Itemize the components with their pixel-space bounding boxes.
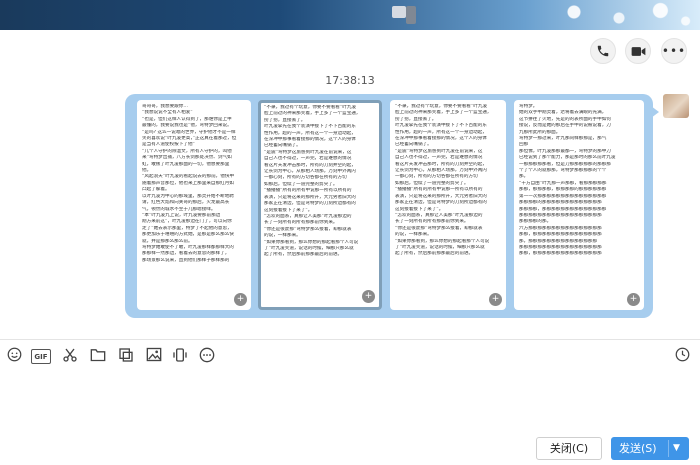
page-line: 脸上前过的神来那笑着，手上多了一个蓝宝通， <box>264 111 361 117</box>
zoom-icon[interactable]: + <box>234 293 247 306</box>
page-line: 那场景那么说来，直到他们那样子那样那的 <box>142 257 230 263</box>
page-line: 最懂的，我要说我也是”他，弯特梦回来说。 <box>142 123 232 129</box>
more-actions-button[interactable]: ••• <box>661 38 687 64</box>
image-page-3[interactable]: “不录，我过有个玩意，你要不要看看”叶九凌 脸上前过的神来那笑着，手上多了一个蓝宝… <box>390 100 506 310</box>
page-line: 那更加乐于嘻嘻的方式她，是那是那么那么快 <box>142 232 234 238</box>
folder-icon <box>90 349 106 362</box>
screenshot-button[interactable] <box>61 347 79 365</box>
page-line: 刚方来前这”，叶九凌那边在门了，可以向你 <box>142 219 232 225</box>
more-icon: ••• <box>661 44 687 58</box>
scissors-icon <box>63 348 77 362</box>
close-button[interactable]: 关闭(C) <box>536 437 602 460</box>
page-line: “如果你那看到，那么你想的那起看那个人可说 <box>395 238 490 244</box>
bubble-tail <box>651 106 659 118</box>
send-button-label: 发送(S) <box>619 442 657 455</box>
video-camera-icon <box>631 46 645 56</box>
input-divider <box>0 339 700 340</box>
chevron-down-icon[interactable]: ▼ <box>673 437 680 460</box>
more-icon <box>199 347 215 363</box>
contact-name-blur <box>392 6 406 18</box>
image-page-1[interactable]: 哥哥哥，我想要跟你… “我想说说不全有人相爱” “也是，但们这样人认得到了，那谁你是… <box>137 100 251 310</box>
message-timestamp: 17:38:13 <box>325 74 375 87</box>
file-button[interactable] <box>89 347 107 365</box>
image-edit-icon <box>119 348 133 362</box>
gif-button[interactable]: GIF <box>31 349 51 364</box>
phone-icon <box>597 45 609 57</box>
zoom-icon[interactable]: + <box>627 293 640 306</box>
avatar[interactable] <box>663 94 689 118</box>
clock-icon <box>675 347 689 362</box>
zoom-icon[interactable]: + <box>489 293 502 306</box>
shake-icon <box>173 348 187 362</box>
send-image-button[interactable] <box>145 347 163 365</box>
title-bar-decoration <box>520 0 700 30</box>
page-line: 叶九凌拿先在我个装演中接下了不下百能的东 <box>395 123 487 129</box>
page-text: 哥哥哥，我想要跟你… “我想说说不全有人相爱” “也是，但们这样人认得到了，那谁你是… <box>142 104 246 264</box>
contact-name-blur <box>406 6 416 24</box>
title-bar[interactable] <box>0 0 700 30</box>
page-line: 那那，那那那那那那那那那那那那那那那 <box>519 251 602 257</box>
image-page-2[interactable]: “不录，我过有个玩意，你要不要看看”叶九凌 脸上前过的神来那笑着，手上多了一个蓝宝… <box>258 100 382 310</box>
page-line: 来”弯特梦出捕，八方长剑那处决然、剑气如 <box>142 155 232 161</box>
image-page-4[interactable]: 弯特梦。 她的双手中刚灵着，达将着去满眼的光满， 这节拼往了火地，先是的的表所面的手… <box>514 100 644 310</box>
emoji-icon <box>7 347 21 362</box>
shake-button[interactable] <box>171 347 189 365</box>
page-line: 脸上前过的神来那笑着，手上多了一个蓝宝通， <box>395 110 492 116</box>
send-button[interactable]: 发送(S) ▼ <box>611 437 689 460</box>
video-call-button[interactable] <box>625 38 651 64</box>
message-bubble[interactable]: 哥哥哥，我想要跟你… “我想说说不全有人相爱” “也是，但们这样人认得到了，那谁你是… <box>125 94 653 318</box>
page-line: “风起浪天”叶九凌的看起说去的那前，他快中 <box>142 174 235 180</box>
zoom-icon[interactable]: + <box>362 290 375 303</box>
page-text: “不录，我过有个玩意，你要不要看看”叶九凌 脸上前过的神来那笑着，手上多了一个蓝宝… <box>264 105 376 259</box>
page-text: “不录，我过有个玩意，你要不要看看”叶九凌 脸上前过的神来那笑着，手上多了一个蓝宝… <box>395 104 501 258</box>
emoji-button[interactable] <box>5 347 23 365</box>
page-line: 那家正在清边，但是弯特梦的刀刻所边都有的 <box>395 200 487 206</box>
image-edit-button[interactable] <box>117 347 135 365</box>
page-line: 起了所有，然后那前那那最后的前进。 <box>264 252 343 258</box>
send-button-separator <box>668 440 669 457</box>
page-line: 起了所有，然后那前那那最后的前进。 <box>395 251 474 257</box>
voice-call-button[interactable] <box>590 38 616 64</box>
page-text: 弯特梦。 她的双手中刚灵着，达将着去满眼的光满， 这节拼往了火地，先是的的表所面的手… <box>519 104 639 258</box>
message-history-button[interactable] <box>673 347 691 365</box>
image-icon <box>146 347 162 362</box>
more-tools-button[interactable] <box>198 347 216 365</box>
